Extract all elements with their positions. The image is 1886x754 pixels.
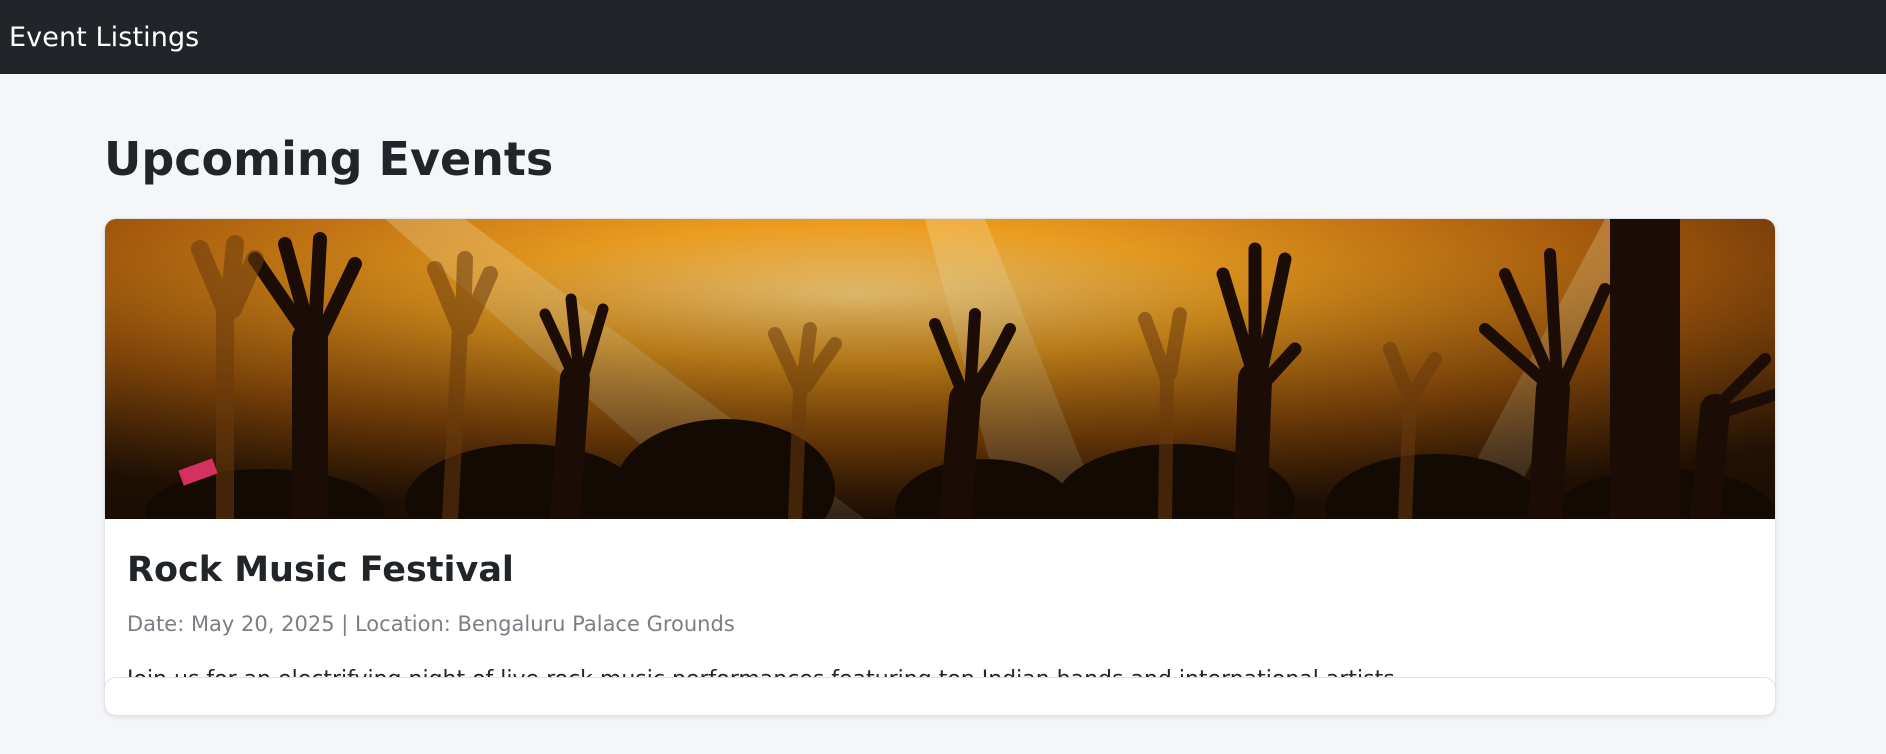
page-title: Upcoming Events xyxy=(104,132,554,186)
top-navbar: Event Listings xyxy=(0,0,1886,74)
event-image xyxy=(105,219,1775,519)
event-card: Rock Music Festival Date: May 20, 2025 |… xyxy=(104,218,1776,716)
next-event-card xyxy=(104,677,1776,697)
concert-crowd-image xyxy=(105,219,1775,519)
event-meta: Date: May 20, 2025 | Location: Bengaluru… xyxy=(127,612,735,636)
navbar-brand[interactable]: Event Listings xyxy=(9,22,199,53)
event-title: Rock Music Festival xyxy=(127,550,514,590)
